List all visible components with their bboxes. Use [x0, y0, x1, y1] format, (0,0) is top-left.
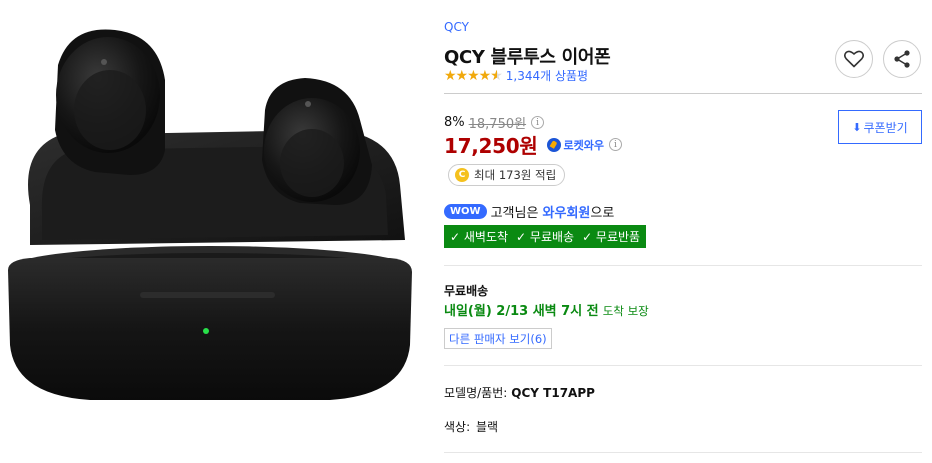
- right-earbud: [262, 78, 372, 205]
- benefit-free-return: ✓ 무료반품: [582, 230, 641, 244]
- wow-badge: WOW: [444, 204, 487, 219]
- color-label: 색상:: [444, 420, 471, 434]
- price-info-icon[interactable]: i: [531, 116, 545, 129]
- options-divider: [444, 452, 922, 453]
- rating-stars: ★★★★★: [444, 68, 503, 84]
- shipping-divider: [444, 365, 922, 366]
- product-image[interactable]: [0, 0, 420, 463]
- heart-icon: [844, 50, 864, 68]
- color-value: 블랙: [475, 420, 499, 434]
- color-option-row: 색상: 블랙: [444, 418, 498, 435]
- rating-row: ★★★★★ 1,344개 상품평: [444, 67, 588, 84]
- wow-prefix: 고객님은: [490, 206, 539, 221]
- wow-member-link[interactable]: 와우회원: [543, 202, 591, 221]
- sale-price: 17,250원: [444, 134, 538, 158]
- left-earbud: [55, 29, 165, 175]
- benefits-divider: [444, 265, 922, 266]
- coupon-label: 쿠폰받기: [863, 120, 908, 135]
- shipping-label: 무료배송: [444, 284, 489, 298]
- earbuds-case-illustration: [8, 29, 412, 400]
- product-info-panel: QCY QCY 블루투스 이어폰 ★★★★★ 1,344개 상품평 8% 18,…: [444, 0, 924, 463]
- arrival-guarantee: 내일(월) 2/13 새벽 7시 전 도착 보장: [444, 300, 649, 319]
- rocket-wow-badge: 로켓와우: [547, 137, 604, 153]
- discount-rate: 8%: [444, 115, 465, 130]
- coupon-download-button[interactable]: ⬇ 쿠폰받기: [838, 110, 922, 144]
- review-count-link[interactable]: 1,344개 상품평: [506, 67, 588, 84]
- benefit-dawn-delivery: ✓ 새벽도착: [450, 230, 509, 244]
- cashback-badge: C 최대 173원 적립: [448, 164, 566, 186]
- model-number-row: 모델명/품번: QCY T17APP: [444, 384, 595, 401]
- benefit-free-shipping: ✓ 무료배송: [516, 230, 575, 244]
- rocket-icon: [547, 137, 562, 152]
- rocket-label: 로켓와우: [563, 138, 604, 152]
- model-label: 모델명/품번:: [444, 386, 508, 400]
- title-divider: [444, 93, 922, 94]
- rocket-info-icon[interactable]: i: [608, 138, 622, 151]
- arrival-date: 내일(월) 2/13 새벽 7시 전: [444, 304, 599, 319]
- arrival-suffix: 도착 보장: [602, 304, 649, 318]
- product-title: QCY 블루투스 이어폰: [444, 47, 611, 68]
- share-button[interactable]: [883, 40, 921, 78]
- wow-member-row: WOW 고객님은 와우회원 으로: [444, 202, 614, 221]
- brand-link[interactable]: QCY: [444, 20, 469, 34]
- wow-suffix: 으로: [590, 206, 615, 221]
- share-icon: [894, 50, 910, 68]
- download-icon: ⬇: [852, 120, 862, 134]
- cashback-text: 최대 173원 적립: [474, 168, 557, 182]
- sale-price-row: 17,250원 로켓와우 i: [444, 130, 622, 159]
- wow-benefits-bar: ✓ 새벽도착 ✓ 무료배송 ✓ 무료반품: [444, 225, 647, 248]
- model-value: QCY T17APP: [511, 386, 595, 400]
- coin-icon: C: [455, 168, 469, 182]
- other-sellers-button[interactable]: 다른 판매자 보기(6): [444, 328, 552, 349]
- half-star-icon: ★: [490, 68, 503, 84]
- wishlist-button[interactable]: [835, 40, 873, 78]
